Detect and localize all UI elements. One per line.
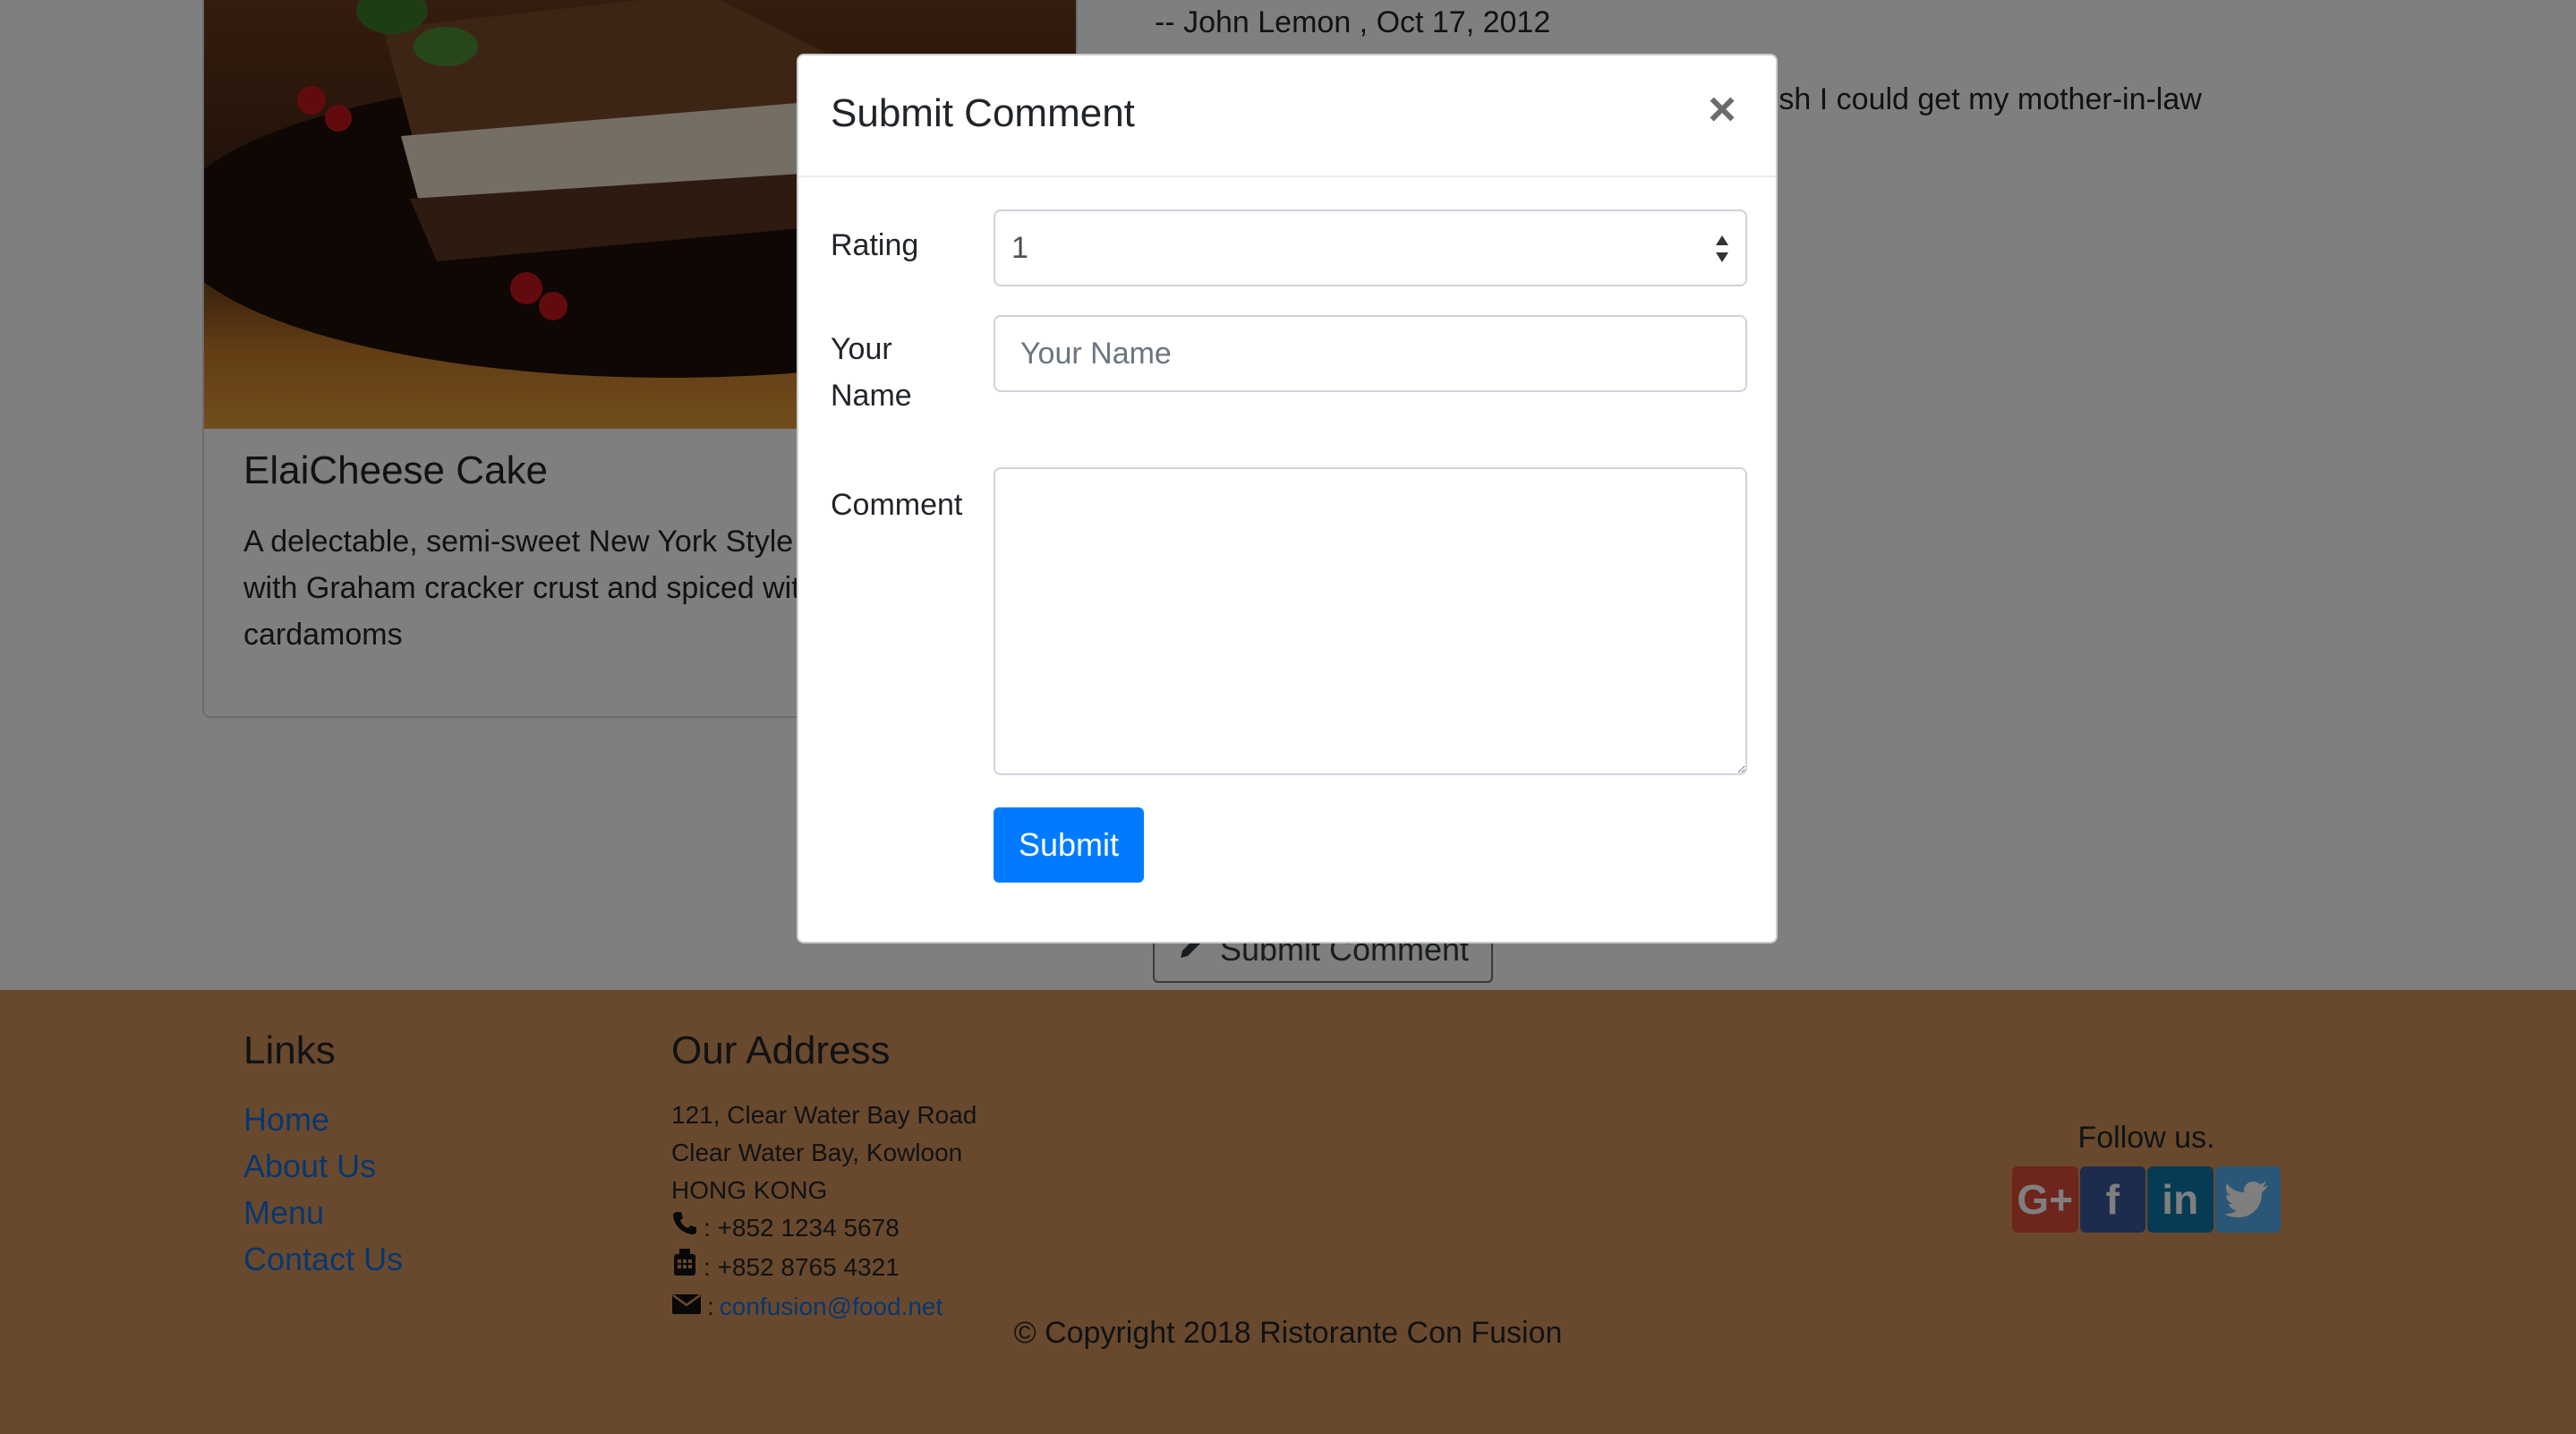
close-icon[interactable]: × [1695,82,1749,136]
rating-select[interactable]: 1 [994,209,1747,286]
submit-comment-modal: Submit Comment × Rating 1 Your Name Comm… [797,54,1778,943]
rating-value: 1 [1011,230,1028,265]
modal-title: Submit Comment [831,91,1135,135]
modal-header: Submit Comment × [798,55,1776,177]
name-label: Your Name [831,332,912,413]
comment-textarea[interactable] [994,467,1747,775]
comment-label: Comment [831,488,963,522]
submit-button[interactable]: Submit [994,807,1144,883]
name-input[interactable] [994,315,1747,392]
rating-label: Rating [831,228,919,262]
select-arrows-icon [1716,235,1728,262]
